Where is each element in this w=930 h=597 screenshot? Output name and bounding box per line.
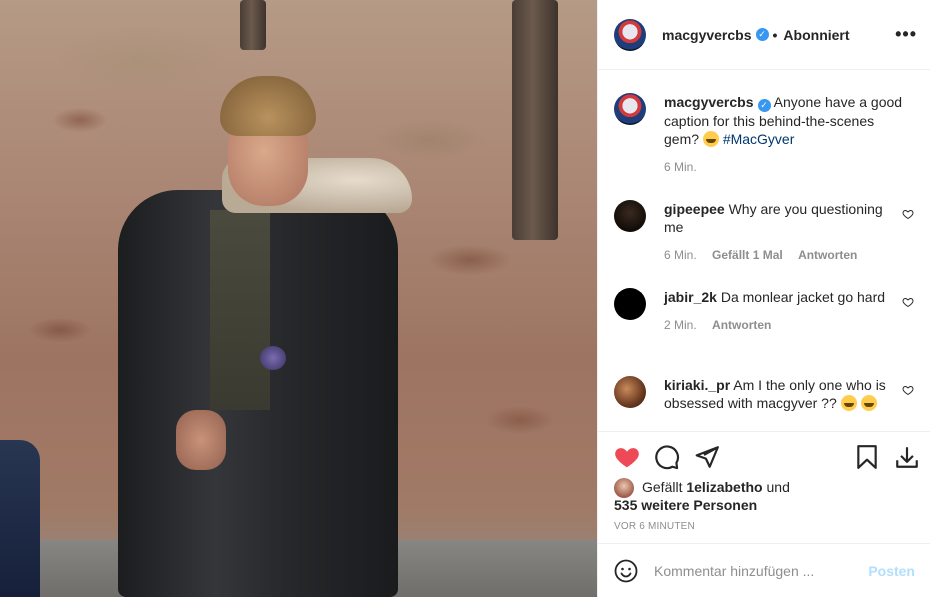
comment-list[interactable]: macgyvercbs ✓ Anyone have a good caption … <box>598 71 930 431</box>
heart-filled-icon[interactable] <box>614 444 640 470</box>
comment-time[interactable]: 6 Min. <box>664 248 697 262</box>
comment-input[interactable] <box>654 562 869 579</box>
reply-button[interactable]: Antworten <box>798 248 857 262</box>
comment-item: kiriaki._pr Am I the only one who is obs… <box>614 376 914 412</box>
follow-separator: • <box>772 26 778 43</box>
caption-body: macgyvercbs ✓ Anyone have a good caption … <box>664 93 904 148</box>
caption-hashtag[interactable]: #MacGyver <box>723 131 795 147</box>
comment-username[interactable]: kiriaki._pr <box>664 377 730 393</box>
commenter-avatar[interactable] <box>614 200 646 232</box>
caption-avatar[interactable] <box>614 93 646 125</box>
more-icon[interactable]: ••• <box>895 24 917 45</box>
comment-time[interactable]: 2 Min. <box>664 318 697 332</box>
smile-icon[interactable] <box>614 559 638 583</box>
author-username[interactable]: macgyvercbs <box>662 27 752 43</box>
verified-icon: ✓ <box>755 28 769 41</box>
comment-likes[interactable]: Gefällt 1 Mal <box>712 248 783 262</box>
laughing-emoji-icon <box>860 395 877 411</box>
comment-meta: 6 Min. Gefällt 1 Mal Antworten <box>664 248 914 262</box>
share-icon[interactable] <box>694 444 720 470</box>
comment-like-heart-icon[interactable] <box>902 296 914 308</box>
post-button[interactable]: Posten <box>868 563 915 579</box>
partial-person <box>0 440 40 597</box>
post-photo[interactable] <box>0 0 597 597</box>
comment-like-heart-icon[interactable] <box>902 384 914 396</box>
comment-like-heart-icon[interactable] <box>902 208 914 220</box>
comment-composer: Posten <box>598 543 930 597</box>
likes-joiner: und <box>766 479 790 495</box>
reply-button[interactable]: Antworten <box>712 318 771 332</box>
tree-trunk <box>512 0 558 240</box>
comment-item: jabir_2k Da monlear jacket go hard 2 Min… <box>614 288 914 332</box>
person <box>110 70 420 597</box>
comment-username[interactable]: gipeepee <box>664 201 725 217</box>
comment-body: jabir_2k Da monlear jacket go hard <box>664 288 904 306</box>
caption-meta: 6 Min. <box>664 160 914 174</box>
likes-prefix: Gefällt <box>642 479 683 495</box>
hair <box>220 76 316 136</box>
comment-text: Da monlear jacket go hard <box>720 289 886 305</box>
follow-status-button[interactable]: Abonniert <box>783 27 849 43</box>
likes-first-user[interactable]: 1elizabetho <box>686 479 762 495</box>
post-timestamp[interactable]: VOR 6 MINUTEN <box>614 521 695 532</box>
bookmark-icon[interactable] <box>854 444 880 470</box>
post-header: macgyvercbs ✓ • Abonniert ••• <box>598 0 930 70</box>
likes-line: Gefällt 1elizabetho und <box>642 478 914 496</box>
comment-body: kiriaki._pr Am I the only one who is obs… <box>664 376 904 412</box>
likes-others-button[interactable]: 535 weitere Personen <box>614 497 757 513</box>
post-sidebar: macgyvercbs ✓ • Abonniert ••• macgyvercb… <box>597 0 930 597</box>
download-icon[interactable] <box>894 444 920 470</box>
caption-time[interactable]: 6 Min. <box>664 160 697 174</box>
jacket-patch <box>260 346 286 370</box>
liker-avatar[interactable] <box>614 478 634 498</box>
author-avatar[interactable] <box>614 18 646 51</box>
comment-meta: 2 Min. Antworten <box>664 318 914 332</box>
comment-item: gipeepee Why are you questioning me 6 Mi… <box>614 200 914 262</box>
verified-icon: ✓ <box>757 99 771 112</box>
likes-line: 535 weitere Personen <box>614 496 914 514</box>
caption-username[interactable]: macgyvercbs <box>664 94 754 110</box>
laughing-emoji-icon <box>840 395 857 411</box>
caption: macgyvercbs ✓ Anyone have a good caption … <box>614 93 914 174</box>
hands <box>176 410 226 470</box>
comment-icon[interactable] <box>654 444 680 470</box>
likes-summary: Gefällt 1elizabetho und 535 weitere Pers… <box>614 478 914 514</box>
comment-username[interactable]: jabir_2k <box>664 289 717 305</box>
commenter-avatar[interactable] <box>614 288 646 320</box>
shirt <box>210 210 270 410</box>
laughing-emoji-icon <box>702 131 719 147</box>
action-bar <box>598 431 930 481</box>
comment-body: gipeepee Why are you questioning me <box>664 200 904 236</box>
tree-trunk <box>240 0 266 50</box>
commenter-avatar[interactable] <box>614 376 646 408</box>
